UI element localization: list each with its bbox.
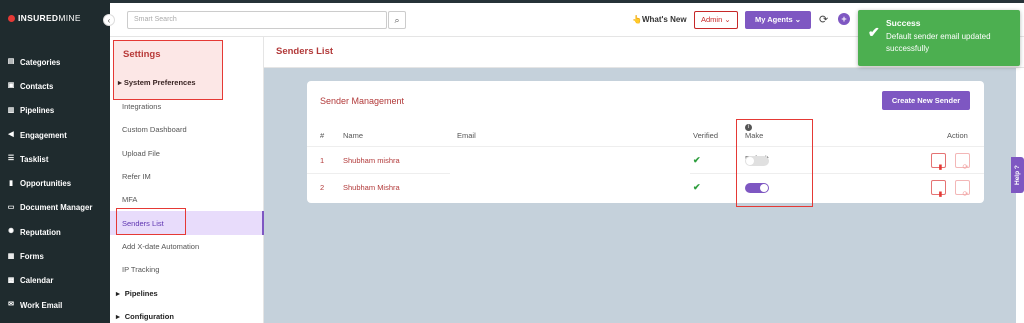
row-number: 2 (320, 183, 325, 192)
caret-icon: ▸ (116, 288, 120, 298)
app-logo[interactable]: INSUREDMINE (8, 13, 81, 23)
page-title: Senders List (276, 46, 334, 57)
settings-item-upload-file[interactable]: Upload File (110, 142, 264, 165)
pipeline-icon: ▥ (7, 106, 15, 114)
sidebar-item-categories[interactable]: ▤ Categories (0, 50, 110, 74)
forms-icon: ▦ (7, 252, 15, 260)
sidebar-item-work-email[interactable]: ✉ Work Email (0, 293, 110, 317)
sidebar-item-tasklist[interactable]: ☰ Tasklist (0, 147, 110, 171)
settings-group-configuration[interactable]: ▸ Configuration (110, 305, 264, 323)
settings-item-refer-im[interactable]: Refer IM (110, 165, 264, 188)
sidebar-item-label: Tasklist (20, 154, 49, 164)
col-action: Action (947, 131, 968, 140)
sidebar-item-pipelines[interactable]: ▥ Pipelines (0, 99, 110, 123)
add-icon[interactable]: + (838, 13, 850, 25)
highlight-box-senders-list (116, 208, 186, 235)
settings-item-add-xdate-automation[interactable]: Add X-date Automation (110, 235, 264, 258)
card-title: Sender Management (320, 96, 405, 106)
bar-chart-icon: ▮ (9, 179, 13, 187)
settings-item-integrations[interactable]: Integrations (110, 95, 264, 118)
sidebar-item-document-manager[interactable]: ▭ Document Manager (0, 196, 110, 220)
search-input[interactable]: Smart Search (127, 11, 387, 29)
search-button[interactable]: ⌕ (388, 11, 406, 29)
row-name: Shubham mishra (343, 156, 400, 165)
sidebar-item-label: Document Manager (20, 203, 93, 213)
tasklist-icon: ☰ (7, 155, 15, 163)
email-cell-mask (450, 147, 690, 201)
highlight-box-settings (113, 40, 223, 100)
settings-item-ip-tracking[interactable]: IP Tracking (110, 258, 264, 281)
checkmark-icon: ✔ (868, 24, 880, 40)
settings-item-custom-dashboard[interactable]: Custom Dashboard (110, 118, 264, 141)
help-label: Help (1014, 170, 1021, 185)
refresh-icon[interactable]: ⟳ (819, 13, 828, 26)
sidebar-item-label: Forms (20, 252, 44, 262)
settings-group-label: Pipelines (124, 288, 158, 298)
settings-panel: Settings ▸ System Preferences Integratio… (110, 37, 264, 323)
logo-text-part1: INSURED (18, 13, 59, 23)
logo-mark-icon (8, 14, 15, 22)
toast-title: Success (886, 18, 921, 28)
row-name: Shubham Mishra (343, 183, 400, 192)
verified-check-icon: ✔ (693, 155, 701, 165)
help-icon: ? (1014, 165, 1021, 170)
calendar-icon: ▩ (7, 276, 15, 284)
gear-icon: ✺ (8, 228, 14, 236)
sidebar-item-label: Pipelines (20, 106, 55, 116)
settings-group-label: Configuration (124, 311, 174, 321)
sidebar-item-contacts[interactable]: ▣ Contacts (0, 74, 110, 98)
sender-management-card: Sender Management Create New Sender # Na… (307, 81, 984, 207)
sidebar-item-label: Categories (20, 57, 61, 67)
logo-text-part2: MINE (58, 13, 81, 23)
table-header: # Name Email Verified Make Default i Act… (307, 124, 984, 163)
sidebar-item-label: Opportunities (20, 179, 72, 189)
toast-message: Default sender email updated successfull… (886, 32, 991, 53)
success-toast[interactable]: ✔ Success Default sender email updated s… (858, 10, 1020, 66)
refresh-button[interactable]: ⟳ (955, 180, 970, 198)
admin-select[interactable]: Admin ⌄ (694, 11, 738, 29)
folder-icon: ▭ (7, 203, 15, 211)
my-agents-button[interactable]: My Agents ⌄ (745, 11, 811, 29)
sidebar-collapse-button[interactable]: ‹ (103, 14, 115, 26)
sidebar-item-label: Reputation (20, 227, 61, 237)
main-sidebar: INSUREDMINE ▤ Categories ▣ Contacts ▥ Pipel… (0, 0, 110, 323)
sidebar-item-reputation[interactable]: ✺ Reputation (0, 220, 110, 244)
contacts-icon: ▣ (7, 82, 15, 90)
sidebar-item-forms[interactable]: ▦ Forms (0, 244, 110, 268)
delete-button[interactable]: ▮ (931, 180, 946, 198)
help-tab[interactable]: Help ? (1011, 157, 1024, 193)
col-email: Email (457, 131, 476, 140)
sidebar-item-opportunities[interactable]: ▮ Opportunities (0, 171, 110, 195)
highlight-box-make-default (736, 119, 813, 207)
create-new-sender-button[interactable]: Create New Sender (882, 91, 970, 110)
verified-check-icon: ✔ (693, 182, 701, 192)
whats-new-link[interactable]: 👆What's New (632, 15, 687, 24)
sidebar-item-calendar[interactable]: ▩ Calendar (0, 269, 110, 293)
sidebar-nav: ▤ Categories ▣ Contacts ▥ Pipelines ◀ Engage… (0, 50, 110, 317)
megaphone-icon: ◀ (8, 131, 14, 139)
sidebar-item-label: Calendar (20, 276, 54, 286)
mail-icon: ✉ (8, 301, 14, 309)
delete-button[interactable]: ▮ (931, 153, 946, 171)
sidebar-item-label: Work Email (20, 300, 63, 310)
sidebar-item-engagement[interactable]: ◀ Engagement (0, 123, 110, 147)
search-icon: ⌕ (394, 15, 400, 25)
caret-icon: ▸ (116, 311, 120, 321)
col-verified: Verified (693, 131, 719, 140)
row-number: 1 (320, 156, 325, 165)
trash-icon: ▮ (938, 191, 943, 198)
col-name: Name (343, 131, 364, 140)
col-number: # (320, 131, 325, 140)
refresh-icon: ⟳ (962, 191, 969, 198)
layers-icon: ▤ (7, 58, 15, 66)
sidebar-item-label: Contacts (20, 81, 54, 91)
refresh-button[interactable]: ⟳ (955, 153, 970, 171)
sidebar-item-label: Engagement (20, 130, 67, 140)
settings-group-pipelines[interactable]: ▸ Pipelines (110, 281, 264, 304)
